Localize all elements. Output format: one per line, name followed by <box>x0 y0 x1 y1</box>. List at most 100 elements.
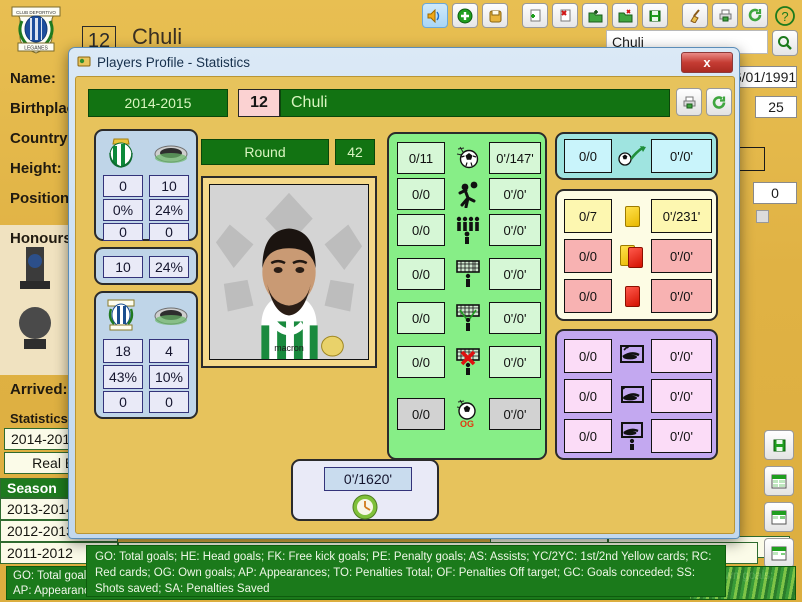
real-betis-crest-icon <box>96 133 146 173</box>
close-folder-icon[interactable] <box>612 3 638 28</box>
stat-left: 0/0 <box>564 379 612 413</box>
stat-row-head-goals: 0/0 0'/0' <box>397 178 541 210</box>
search-button[interactable] <box>772 30 798 56</box>
label-height: Height: <box>10 160 62 177</box>
goal-conceded-icon <box>615 339 649 373</box>
assist-icon <box>615 139 649 173</box>
table-one-icon[interactable] <box>764 538 794 568</box>
dialog-legend: GO: Total goals; HE: Head goals; FK: Fre… <box>86 545 726 597</box>
stat-right: 0'/0' <box>489 302 541 334</box>
stat-right: 0'/0' <box>651 379 712 413</box>
print-icon[interactable] <box>676 88 702 116</box>
leganes-crest-icon <box>96 295 146 335</box>
magnifier-icon <box>778 36 792 50</box>
stat-left: 0/0 <box>564 279 612 313</box>
stat-right: 0'/0' <box>489 214 541 246</box>
checkbox[interactable] <box>756 210 769 223</box>
stat-row-red-cards: 0/0 0'/0' <box>564 279 712 315</box>
close-button[interactable]: x <box>681 52 733 73</box>
second-yellow-card-icon <box>615 239 649 273</box>
honours-panel <box>0 225 72 375</box>
stat-left: 0/0 <box>397 258 445 290</box>
window-icon <box>77 54 91 70</box>
dialog-title-bar: Players Profile - Statistics <box>69 48 739 76</box>
open-folder-icon[interactable] <box>582 3 608 28</box>
new-record-icon[interactable] <box>522 3 548 28</box>
stat-left: 0/0 <box>397 346 445 378</box>
stat-cell: 43% <box>103 365 143 389</box>
stat-right: 0'/0' <box>651 339 712 373</box>
stat-right: 0'/0' <box>489 258 541 290</box>
totals-panel: 10 24% <box>94 247 198 285</box>
goal-ball-icon <box>449 142 487 174</box>
stadium-icon <box>146 133 196 173</box>
refresh-icon[interactable] <box>742 3 768 28</box>
table-all-icon[interactable] <box>764 466 794 496</box>
shot-saved-icon <box>615 379 649 413</box>
stat-left: 0/0 <box>397 302 445 334</box>
birthdate-field[interactable]: 6/01/1991 <box>733 66 797 88</box>
leganes-stats-panel: 18 4 43% 10% 0 0 <box>94 291 198 419</box>
header-goal-icon <box>449 178 487 210</box>
stat-left: 0/0 <box>397 214 445 246</box>
folder-icon[interactable] <box>482 3 508 28</box>
stat-cell: 4 <box>149 339 189 363</box>
stat-right: 0'/0' <box>651 419 712 453</box>
season-field[interactable]: 2014-2015 <box>88 89 228 117</box>
yellow-card-icon <box>615 199 649 233</box>
stat-cell: 10 <box>103 256 143 278</box>
penalty-saved-icon <box>615 419 649 453</box>
broom-icon[interactable] <box>682 3 708 28</box>
refresh-icon[interactable] <box>706 88 732 116</box>
shirt-number-field: 12 <box>238 89 280 117</box>
stat-cell: 0 <box>149 391 189 413</box>
delete-record-icon[interactable] <box>552 3 578 28</box>
stat-left: 0/0 <box>564 339 612 373</box>
save-icon[interactable] <box>764 430 794 460</box>
penalty-goal-icon <box>449 258 487 290</box>
stat-left: 0/0 <box>564 239 612 273</box>
main-toolbar: ? <box>0 0 802 30</box>
outfield-stats-panel: 0/11 0'/147' 0/0 0'/0' 0/0 0'/0' 0/0 0'/… <box>387 132 547 460</box>
help-icon[interactable]: ? <box>772 3 798 28</box>
stat-row-yellow-cards: 0/7 0'/231' <box>564 199 712 235</box>
round-button[interactable]: Round <box>201 139 329 165</box>
stat-left: 0/11 <box>397 142 445 174</box>
player-photo: macron <box>209 184 369 360</box>
stat-right: 0'/0' <box>489 346 541 378</box>
stat-row-assists: 0/0 0'/0' <box>564 139 712 175</box>
stat-right: 0'/0' <box>651 139 712 173</box>
table-some-icon[interactable] <box>764 502 794 532</box>
cards-panel: 0/7 0'/231' 0/0 0'/0' 0/0 0'/0' <box>555 189 718 321</box>
label-country: Country: <box>10 130 73 147</box>
stat-row-penalties-saved: 0/0 0'/0' <box>564 419 712 455</box>
player-photo-frame: macron <box>201 176 377 368</box>
stat-right: 0'/147' <box>489 142 541 174</box>
add-icon[interactable] <box>452 3 478 28</box>
stat-cell: 0 <box>103 175 143 197</box>
dialog-body: 2014-2015 12 Chuli 0 10 0% 24% 0 0 10 24… <box>75 76 735 597</box>
stat-left: 0/0 <box>564 139 612 173</box>
print-icon[interactable] <box>712 3 738 28</box>
panel-crest-row <box>96 133 196 173</box>
stat-left: 0/0 <box>397 398 445 430</box>
penalty-off-target-icon <box>449 346 487 378</box>
players-profile-dialog: Players Profile - Statistics x 2014-2015… <box>68 47 740 597</box>
age-field[interactable]: 25 <box>755 96 797 118</box>
stat-cell: 18 <box>103 339 143 363</box>
stat-left: 0/7 <box>564 199 612 233</box>
red-card-icon <box>615 279 649 313</box>
player-name-field: Chuli <box>280 89 670 117</box>
stat-right: 0'/0' <box>489 398 541 430</box>
dialog-legend-text: GO: Total goals; HE: Head goals; FK: Fre… <box>95 551 712 595</box>
save-icon[interactable] <box>642 3 668 28</box>
label-position: Position: <box>10 190 75 207</box>
zero-field[interactable]: 0 <box>753 182 797 204</box>
stat-cell: 0 <box>149 223 189 241</box>
goalkeeper-stats-panel: 0/0 0'/0' 0/0 0'/0' 0/0 0'/0' <box>555 329 718 460</box>
stat-row-penalties-off-target: 0/0 0'/0' <box>397 346 541 378</box>
svg-text:macron: macron <box>274 343 304 353</box>
sound-icon[interactable] <box>422 3 448 28</box>
panel-crest-row <box>96 295 196 335</box>
stat-row-total-goals: 0/11 0'/147' <box>397 142 541 174</box>
